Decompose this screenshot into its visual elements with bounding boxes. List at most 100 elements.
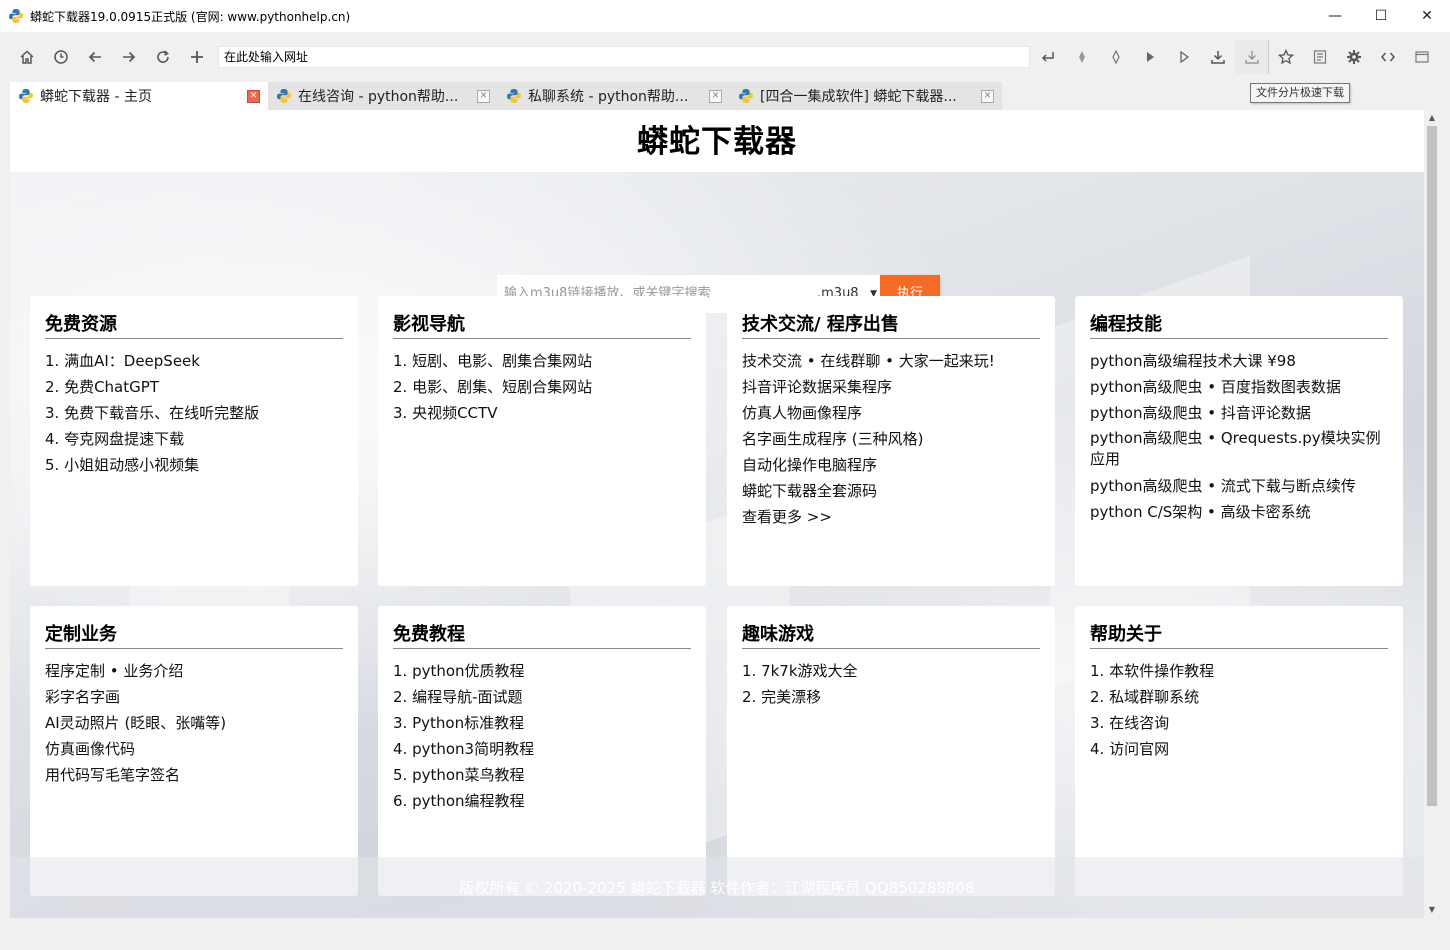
card-programming-skills: 编程技能 python高级编程技术大课 ¥98 python高级爬虫 • 百度指… (1075, 296, 1403, 586)
url-input[interactable]: 在此处输入网址 (218, 46, 1030, 68)
card-link[interactable]: 2. 私域群聊系统 (1090, 684, 1388, 710)
tab-close-icon[interactable]: ✕ (247, 89, 260, 103)
settings-button[interactable] (1337, 40, 1371, 74)
tab-integrated-software[interactable]: [四合一集成软件] 蟒蛇下载器... ✕ (730, 82, 1002, 110)
play-filled-button[interactable] (1133, 40, 1167, 74)
card-fun-games: 趣味游戏 1. 7k7k游戏大全 2. 完美漂移 (727, 606, 1055, 896)
download-button[interactable] (1201, 40, 1235, 74)
maximize-button[interactable]: ☐ (1358, 0, 1404, 32)
tab-bar: 蟒蛇下载器 - 主页 ✕ 在线咨询 - python帮助... ✕ 私聊系统 -… (10, 82, 1002, 110)
card-link[interactable]: 1. python优质教程 (393, 658, 691, 684)
card-link[interactable]: 3. Python标准教程 (393, 710, 691, 736)
minimize-button[interactable]: — (1312, 0, 1358, 32)
home-icon (20, 50, 34, 64)
card-link[interactable]: python C/S架构 • 高级卡密系统 (1090, 499, 1388, 525)
card-link[interactable]: python高级编程技术大课 ¥98 (1090, 348, 1388, 374)
card-list: 程序定制 • 业务介绍 彩字名字画 AI灵动照片 (眨眼、张嘴等) 仿真画像代码… (45, 658, 343, 788)
card-link[interactable]: 5. python菜鸟教程 (393, 762, 691, 788)
card-link[interactable]: 3. 央视频CCTV (393, 400, 691, 426)
card-link[interactable]: 1. 7k7k游戏大全 (742, 658, 1040, 684)
card-link[interactable]: python高级爬虫 • Qrequests.py模块实例应用 (1090, 426, 1388, 473)
card-link[interactable]: 名字画生成程序 (三种风格) (742, 426, 1040, 452)
refresh-button[interactable] (146, 40, 180, 74)
card-list: 1. 本软件操作教程 2. 私域群聊系统 3. 在线咨询 4. 访问官网 (1090, 658, 1388, 762)
page-background: 输入m3u8链接播放、或关键字搜索 .m3u8 ▼ 执行 免费资源 1. 满血A… (10, 172, 1424, 918)
segmented-download-icon (1244, 51, 1259, 64)
card-link[interactable]: 技术交流 • 在线群聊 • 大家一起来玩! (742, 348, 1040, 374)
code-icon (1381, 52, 1395, 62)
card-link[interactable]: 2. 免费ChatGPT (45, 374, 343, 400)
card-link[interactable]: 2. 电影、剧集、短剧合集网站 (393, 374, 691, 400)
back-icon (88, 51, 101, 63)
card-link[interactable]: 1. 短剧、电影、剧集合集网站 (393, 348, 691, 374)
scroll-down-icon[interactable]: ▼ (1424, 902, 1440, 918)
window-controls: — ☐ ✕ (1312, 0, 1450, 32)
card-title: 影视导航 (393, 314, 691, 339)
card-link[interactable]: 6. python编程教程 (393, 788, 691, 814)
card-link[interactable]: python高级爬虫 • 抖音评论数据 (1090, 400, 1388, 426)
tab-close-icon[interactable]: ✕ (981, 89, 994, 103)
new-tab-button[interactable] (180, 40, 214, 74)
tab-home[interactable]: 蟒蛇下载器 - 主页 ✕ (10, 82, 268, 110)
card-link[interactable]: 自动化操作电脑程序 (742, 452, 1040, 478)
enter-button[interactable] (1031, 40, 1065, 74)
card-link[interactable]: 3. 免费下载音乐、在线听完整版 (45, 400, 343, 426)
card-title: 免费教程 (393, 624, 691, 649)
tab-online-consult[interactable]: 在线咨询 - python帮助... ✕ (268, 82, 498, 110)
segmented-download-button[interactable] (1235, 40, 1269, 74)
card-link[interactable]: 仿真人物画像程序 (742, 400, 1040, 426)
card-link[interactable]: 彩字名字画 (45, 684, 343, 710)
card-link[interactable]: 仿真画像代码 (45, 736, 343, 762)
card-tech-exchange: 技术交流/ 程序出售 技术交流 • 在线群聊 • 大家一起来玩! 抖音评论数据采… (727, 296, 1055, 586)
card-link[interactable]: 5. 小姐姐动感小视频集 (45, 452, 343, 478)
python-logo-icon (739, 89, 753, 103)
reader-button[interactable] (1303, 40, 1337, 74)
tooltip: 文件分片极速下载 (1250, 83, 1350, 103)
tab-close-icon[interactable]: ✕ (709, 89, 722, 103)
home-button[interactable] (10, 40, 44, 74)
card-link[interactable]: 4. 夸克网盘提速下载 (45, 426, 343, 452)
back-button[interactable] (78, 40, 112, 74)
history-button[interactable] (44, 40, 78, 74)
card-link[interactable]: 用代码写毛笔字签名 (45, 762, 343, 788)
devtools-button[interactable] (1371, 40, 1405, 74)
play-filled-icon (1147, 52, 1154, 62)
forward-button[interactable] (112, 40, 146, 74)
vertical-scrollbar[interactable]: ▲ ▼ (1424, 110, 1440, 918)
tab-private-chat[interactable]: 私聊系统 - python帮助... ✕ (498, 82, 730, 110)
card-link[interactable]: 1. 本软件操作教程 (1090, 658, 1388, 684)
scrollbar-thumb[interactable] (1427, 126, 1437, 806)
card-link[interactable]: 程序定制 • 业务介绍 (45, 658, 343, 684)
tab-close-icon[interactable]: ✕ (477, 89, 490, 103)
card-link[interactable]: 抖音评论数据采集程序 (742, 374, 1040, 400)
copyright-text: 版权所有 © 2020-2025 蟒蛇下载器 软件作者：江湖程序员 QQ8502… (459, 879, 975, 897)
card-link[interactable]: 3. 在线咨询 (1090, 710, 1388, 736)
card-title: 编程技能 (1090, 314, 1388, 339)
python-logo-icon (277, 89, 291, 103)
card-link[interactable]: AI灵动照片 (眨眼、张嘴等) (45, 710, 343, 736)
card-link[interactable]: 4. 访问官网 (1090, 736, 1388, 762)
play-outline-button[interactable] (1167, 40, 1201, 74)
minimize-icon: — (1328, 8, 1342, 24)
card-link[interactable]: 2. 编程导航-面试题 (393, 684, 691, 710)
diamond-filled-icon (1079, 51, 1085, 63)
close-button[interactable]: ✕ (1404, 0, 1450, 32)
card-title: 技术交流/ 程序出售 (742, 314, 1040, 339)
card-link[interactable]: 蟒蛇下载器全套源码 (742, 478, 1040, 504)
window-button[interactable] (1405, 40, 1439, 74)
scroll-up-icon[interactable]: ▲ (1424, 110, 1440, 126)
card-link[interactable]: 1. 满血AI：DeepSeek (45, 348, 343, 374)
diamond-outline-button[interactable] (1099, 40, 1133, 74)
diamond-filled-button[interactable] (1065, 40, 1099, 74)
bookmark-button[interactable] (1269, 40, 1303, 74)
page-title: 蟒蛇下载器 (637, 124, 797, 160)
card-free-tutorials: 免费教程 1. python优质教程 2. 编程导航-面试题 3. Python… (378, 606, 706, 896)
card-link[interactable]: python高级爬虫 • 流式下载与断点续传 (1090, 473, 1388, 499)
card-link[interactable]: 2. 完美漂移 (742, 684, 1040, 710)
card-link[interactable]: 4. python3简明教程 (393, 736, 691, 762)
card-link[interactable]: python高级爬虫 • 百度指数图表数据 (1090, 374, 1388, 400)
toolbar: 在此处输入网址 (0, 38, 1450, 76)
status-bar (0, 918, 1450, 950)
python-logo-icon (9, 9, 23, 23)
card-link[interactable]: 查看更多 >> (742, 504, 1040, 530)
